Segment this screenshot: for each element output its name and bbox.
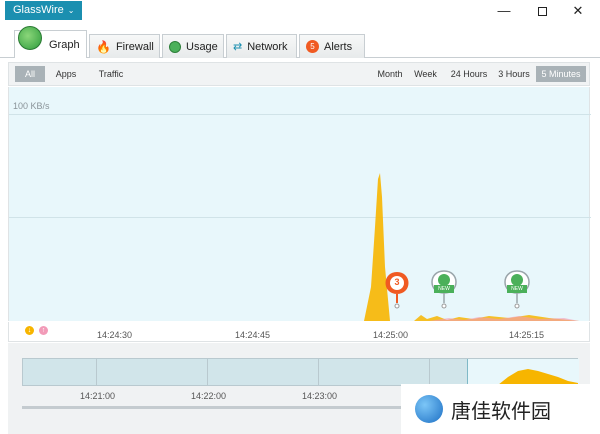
traffic-graph[interactable]: 100 KB/s 3 NEW NEW bbox=[8, 87, 591, 321]
app-menu-label: GlassWire bbox=[13, 4, 64, 16]
overview-divider bbox=[96, 359, 97, 385]
overview-tick: 14:22:00 bbox=[191, 391, 227, 401]
overview-tick: 14:21:00 bbox=[80, 391, 116, 401]
new-app-marker-dot bbox=[514, 303, 520, 309]
time-tick: 14:24:45 bbox=[235, 330, 271, 340]
filter-bar: All Apps Traffic Month Week 24 Hours 3 H… bbox=[8, 62, 590, 86]
time-tick: 14:25:00 bbox=[373, 330, 409, 340]
range-24h-button[interactable]: 24 Hours bbox=[447, 66, 491, 82]
overview-tick: 14:23:00 bbox=[302, 391, 338, 401]
title-bar: GlassWire ⌄ — ✕ bbox=[0, 0, 600, 24]
app-menu-button[interactable]: GlassWire ⌄ bbox=[5, 1, 83, 20]
filter-apps-button[interactable]: Apps bbox=[53, 66, 79, 82]
range-week-button[interactable]: Week bbox=[412, 66, 439, 82]
graph-time-axis: ↓ ↑ 14:24:30 14:24:45 14:25:00 14:25:15 bbox=[8, 322, 590, 342]
new-app-marker-badge[interactable]: NEW bbox=[434, 285, 454, 293]
alerts-badge-icon: 5 bbox=[306, 40, 319, 53]
new-app-marker-badge[interactable]: NEW bbox=[507, 285, 527, 293]
range-3h-button[interactable]: 3 Hours bbox=[495, 66, 533, 82]
tab-firewall[interactable]: 🔥 Firewall bbox=[89, 34, 160, 58]
close-button[interactable]: ✕ bbox=[568, 2, 588, 20]
network-icon: ⇄ bbox=[233, 41, 243, 53]
tab-usage[interactable]: Usage bbox=[162, 34, 224, 58]
traffic-chart-svg bbox=[364, 173, 579, 321]
range-5min-button[interactable]: 5 Minutes bbox=[536, 66, 586, 82]
download-legend-icon: ↓ bbox=[25, 326, 34, 335]
tab-usage-label: Usage bbox=[186, 40, 218, 53]
firewall-icon: 🔥 bbox=[96, 39, 111, 54]
tab-network[interactable]: ⇄ Network bbox=[226, 34, 297, 58]
watermark: 唐佳软件园 bbox=[401, 384, 600, 434]
tab-alerts-label: Alerts bbox=[324, 40, 353, 53]
upload-area bbox=[429, 316, 579, 321]
time-tick: 14:25:15 bbox=[509, 330, 545, 340]
tab-network-label: Network bbox=[247, 40, 288, 53]
maximize-icon bbox=[537, 7, 547, 17]
minimize-button[interactable]: — bbox=[494, 2, 514, 20]
overview-divider bbox=[207, 359, 208, 385]
filter-traffic-button[interactable]: Traffic bbox=[93, 66, 129, 82]
overview-divider bbox=[318, 359, 319, 385]
tab-alerts[interactable]: 5 Alerts bbox=[299, 34, 365, 58]
maximize-button[interactable] bbox=[532, 2, 552, 20]
download-peak-area bbox=[364, 173, 390, 321]
range-month-button[interactable]: Month bbox=[374, 66, 406, 82]
watermark-logo-icon bbox=[415, 395, 443, 423]
graph-icon bbox=[18, 26, 42, 50]
watermark-text: 唐佳软件园 bbox=[451, 398, 551, 423]
overview-download-area bbox=[498, 369, 578, 385]
usage-icon bbox=[169, 40, 181, 53]
upload-legend-icon: ↑ bbox=[39, 326, 48, 335]
tab-firewall-label: Firewall bbox=[115, 40, 154, 53]
alert-marker-dot bbox=[394, 303, 400, 309]
time-tick: 14:24:30 bbox=[97, 330, 133, 340]
new-app-marker-dot bbox=[441, 303, 447, 309]
overview-mini-chart bbox=[498, 369, 578, 385]
chevron-down-icon: ⌄ bbox=[67, 6, 75, 15]
overview-selection[interactable] bbox=[467, 359, 579, 385]
alert-marker-count[interactable]: 3 bbox=[392, 277, 402, 287]
tab-graph-label: Graph bbox=[49, 38, 80, 51]
overview-divider bbox=[429, 359, 430, 385]
filter-all-button[interactable]: All bbox=[15, 66, 45, 82]
overview-strip[interactable] bbox=[22, 358, 579, 386]
